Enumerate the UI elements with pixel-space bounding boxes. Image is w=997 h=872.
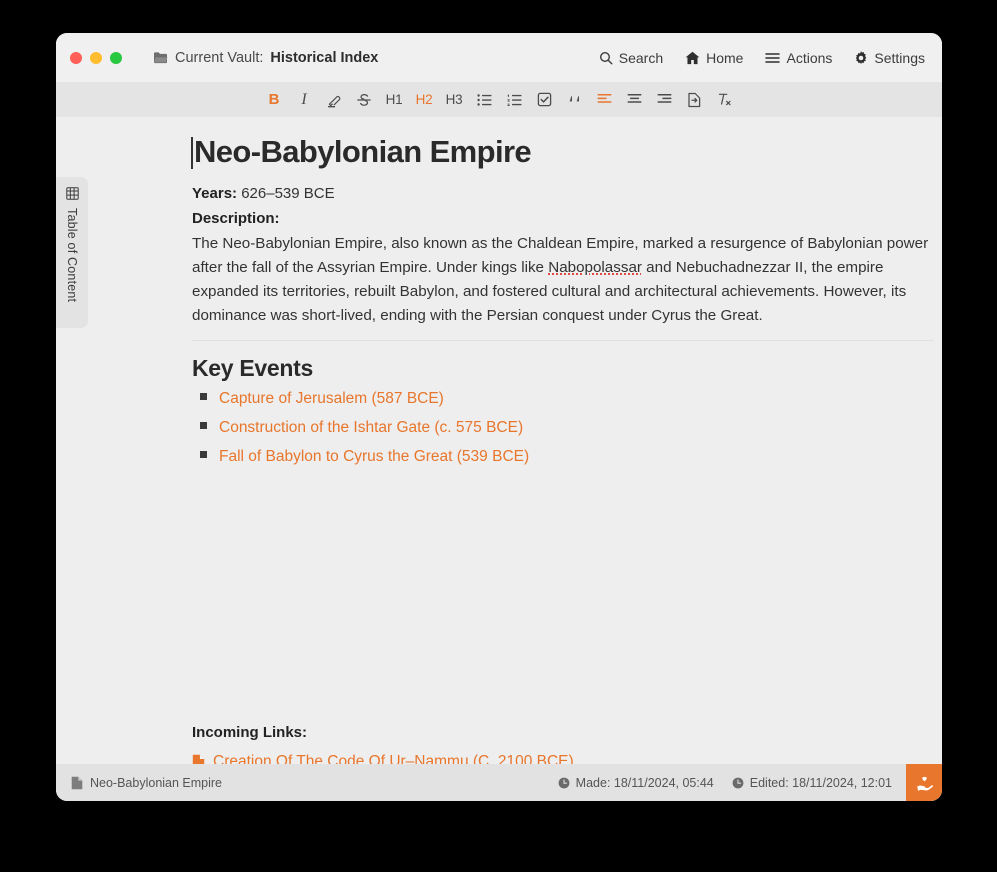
bold-button[interactable]: B: [259, 87, 289, 113]
align-center-icon: [627, 93, 642, 106]
created-timestamp: Made: 18/11/2024, 05:44: [558, 776, 714, 790]
file-icon: [192, 754, 205, 764]
edited-label: Edited: 18/11/2024, 12:01: [749, 775, 892, 790]
settings-label: Settings: [874, 49, 925, 66]
heading-1-button[interactable]: H1: [379, 87, 409, 113]
table-of-content-label: Table of Content: [65, 208, 79, 303]
actions-button[interactable]: Actions: [765, 50, 832, 66]
checklist-button[interactable]: [529, 87, 559, 113]
close-button[interactable]: [70, 51, 82, 64]
edited-timestamp: Edited: 18/11/2024, 12:01: [732, 776, 892, 790]
bullet-marker: [200, 421, 207, 429]
strikethrough-icon: [356, 92, 372, 108]
key-event-link[interactable]: Construction of the Ishtar Gate (c. 575 …: [219, 419, 523, 437]
list-item[interactable]: Construction of the Ishtar Gate (c. 575 …: [192, 419, 930, 437]
key-events-heading: Key Events: [192, 354, 314, 381]
page-title-text: Neo-Babylonian Empire: [194, 134, 532, 169]
search-label: Search: [618, 49, 664, 66]
menu-icon: [765, 52, 781, 64]
blockquote-button[interactable]: [559, 87, 589, 113]
created-label: Made: 18/11/2024, 05:44: [575, 775, 714, 790]
bullet-marker: [200, 392, 207, 400]
titlebar-actions: Search Home Actions Settings: [599, 50, 942, 66]
list-item[interactable]: Fall of Babylon to Cyrus the Great (539 …: [192, 448, 930, 466]
checkbox-icon: [537, 92, 552, 107]
insert-file-icon: [687, 92, 702, 108]
text-caret: [191, 137, 193, 169]
table-icon: [65, 187, 79, 200]
quote-icon: [567, 93, 582, 106]
bullet-list-button[interactable]: [469, 87, 499, 113]
hand-heart-icon: [915, 774, 934, 792]
highlight-button[interactable]: [319, 87, 349, 113]
misspelled-word[interactable]: Nabopolassar: [548, 259, 642, 276]
years-value: 626–539 BCE: [241, 184, 335, 202]
traffic-lights: [56, 51, 122, 64]
insert-file-button[interactable]: [679, 87, 709, 113]
incoming-links-label: Incoming Links:: [192, 724, 308, 741]
home-label: Home: [706, 49, 744, 66]
status-meta: Made: 18/11/2024, 05:44 Edited: 18/11/20…: [558, 776, 906, 790]
description-label: Description:: [192, 209, 280, 227]
align-right-button[interactable]: [649, 87, 679, 113]
current-vault[interactable]: Current Vault: Historical Index: [153, 50, 378, 66]
numbered-list-icon: [507, 93, 522, 107]
titlebar: Current Vault: Historical Index Search H…: [56, 33, 942, 82]
bullet-marker: [200, 450, 207, 458]
app-window: Current Vault: Historical Index Search H…: [56, 33, 942, 801]
page-title: Neo-Babylonian Empire: [191, 133, 930, 172]
sidebar-item-table-of-content[interactable]: Table of Content: [56, 177, 88, 328]
divider: [192, 339, 934, 341]
clock-icon: [558, 777, 570, 789]
numbered-list-button[interactable]: [499, 87, 529, 113]
description-paragraph: The Neo-Babylonian Empire, also known as…: [192, 232, 930, 328]
current-file-name: Neo-Babylonian Empire: [90, 775, 223, 790]
heading-3-button[interactable]: H3: [439, 87, 469, 113]
home-icon: [685, 51, 700, 65]
incoming-link[interactable]: Creation Of The Code Of Ur–Nammu (C. 210…: [213, 753, 574, 764]
heading-2-button[interactable]: H2: [409, 87, 439, 113]
key-events-list: Capture of Jerusalem (587 BCE) Construct…: [192, 390, 930, 466]
highlighter-icon: [326, 92, 342, 108]
align-left-icon: [597, 93, 612, 106]
home-button[interactable]: Home: [685, 50, 743, 66]
settings-button[interactable]: Settings: [854, 50, 925, 66]
gear-icon: [854, 50, 868, 65]
clear-format-button[interactable]: [709, 87, 739, 113]
support-button[interactable]: [906, 764, 942, 801]
actions-label: Actions: [786, 49, 833, 66]
folder-icon: [153, 51, 168, 64]
italic-button[interactable]: I: [289, 87, 319, 113]
maximize-button[interactable]: [110, 51, 122, 64]
search-button[interactable]: Search: [599, 50, 663, 66]
current-file-indicator: Neo-Babylonian Empire: [56, 776, 222, 790]
strikethrough-button[interactable]: [349, 87, 379, 113]
search-icon: [599, 51, 613, 65]
clock-icon: [732, 777, 744, 789]
minimize-button[interactable]: [90, 51, 102, 64]
statusbar: Neo-Babylonian Empire Made: 18/11/2024, …: [56, 764, 942, 801]
incoming-links-list: Creation Of The Code Of Ur–Nammu (C. 210…: [192, 753, 892, 764]
key-event-link[interactable]: Fall of Babylon to Cyrus the Great (539 …: [219, 448, 529, 466]
format-toolbar: B I H1 H2 H3: [56, 82, 942, 117]
bullet-list-icon: [476, 93, 492, 107]
vault-name-label: Historical Index: [270, 49, 379, 66]
document-content[interactable]: Neo-Babylonian Empire Years: 626–539 BCE…: [191, 117, 942, 477]
editor-body: Table of Content Neo-Babylonian Empire Y…: [56, 117, 942, 764]
align-right-icon: [657, 93, 672, 106]
align-center-button[interactable]: [619, 87, 649, 113]
file-icon: [71, 776, 83, 790]
clear-format-icon: [716, 92, 732, 107]
list-item[interactable]: Capture of Jerusalem (587 BCE): [192, 390, 930, 408]
align-left-button[interactable]: [589, 87, 619, 113]
years-label: Years:: [192, 184, 238, 202]
key-event-link[interactable]: Capture of Jerusalem (587 BCE): [219, 390, 444, 408]
vault-prefix-label: Current Vault:: [175, 49, 264, 66]
years-line: Years: 626–539 BCE: [192, 183, 930, 205]
incoming-links-section: Incoming Links: Creation Of The Code Of …: [192, 724, 892, 764]
list-item[interactable]: Creation Of The Code Of Ur–Nammu (C. 210…: [192, 753, 892, 764]
